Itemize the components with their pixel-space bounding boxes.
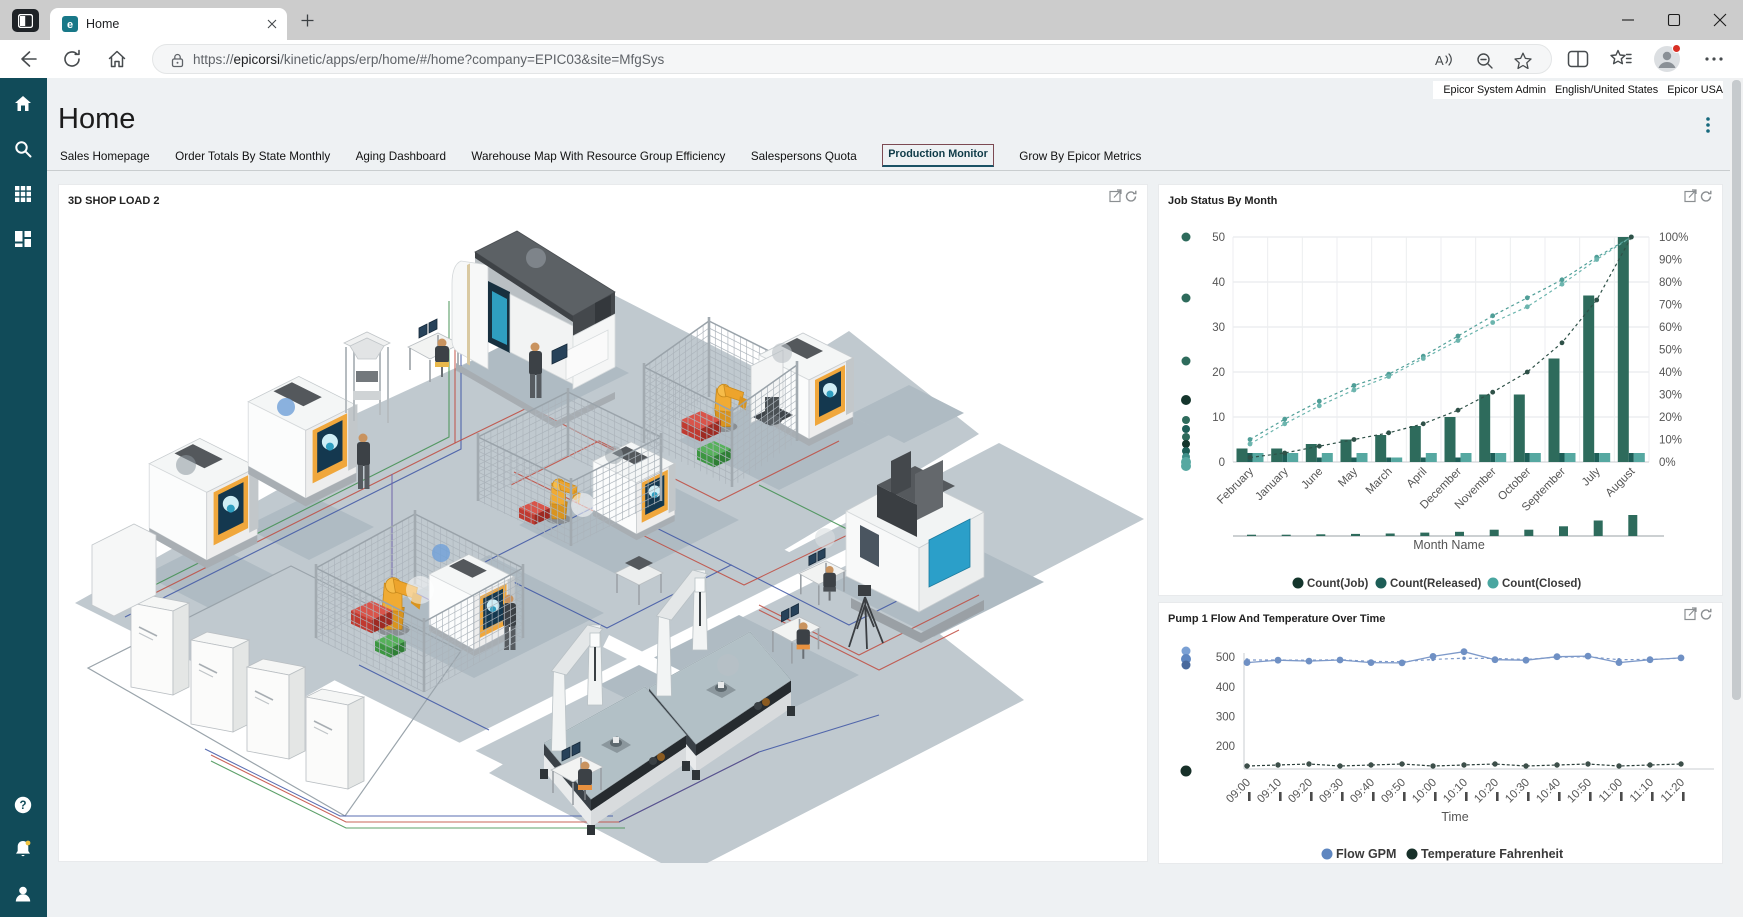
svg-text:09:30: 09:30	[1317, 777, 1346, 806]
svg-text:200: 200	[1216, 741, 1235, 753]
svg-text:e: e	[67, 19, 73, 31]
svg-text:400: 400	[1216, 682, 1235, 694]
svg-text:August: August	[1604, 465, 1638, 499]
svg-text:10:40: 10:40	[1534, 777, 1563, 806]
svg-text:500: 500	[1216, 652, 1235, 664]
svg-text:June: June	[1299, 466, 1325, 492]
svg-text:Month Name: Month Name	[1413, 538, 1485, 552]
svg-text:10:20: 10:20	[1472, 777, 1501, 806]
svg-text:Time: Time	[1441, 810, 1468, 824]
svg-text:0%: 0%	[1659, 457, 1676, 469]
svg-text:20%: 20%	[1659, 412, 1682, 424]
svg-text:10%: 10%	[1659, 435, 1682, 447]
svg-text:July: July	[1580, 465, 1603, 488]
svg-text:Flow GPM: Flow GPM	[1336, 847, 1396, 861]
svg-text:50: 50	[1212, 232, 1225, 244]
svg-text:70%: 70%	[1659, 300, 1682, 312]
svg-text:09:00: 09:00	[1224, 777, 1253, 806]
svg-text:February: February	[1215, 465, 1256, 506]
svg-text:10: 10	[1212, 412, 1225, 424]
svg-text:Count(Released): Count(Released)	[1390, 578, 1482, 590]
svg-text:10:50: 10:50	[1565, 777, 1594, 806]
svg-text:January: January	[1253, 465, 1291, 503]
svg-text:A: A	[1435, 53, 1444, 68]
svg-text:Count(Closed): Count(Closed)	[1502, 578, 1581, 590]
svg-text:40%: 40%	[1659, 367, 1682, 379]
svg-text:March: March	[1364, 466, 1395, 497]
svg-text:40: 40	[1212, 277, 1225, 289]
svg-text:50%: 50%	[1659, 345, 1682, 357]
svg-text:10:00: 10:00	[1410, 777, 1439, 806]
svg-text:09:20: 09:20	[1286, 777, 1315, 806]
svg-text:Temperature Fahrenheit: Temperature Fahrenheit	[1421, 847, 1564, 861]
svg-text:April: April	[1405, 466, 1430, 491]
svg-text:100%: 100%	[1659, 232, 1688, 244]
svg-text:300: 300	[1216, 712, 1235, 724]
svg-text:30: 30	[1212, 322, 1225, 334]
svg-text:09:10: 09:10	[1255, 777, 1284, 806]
svg-text:30%: 30%	[1659, 390, 1682, 402]
svg-text:09:50: 09:50	[1379, 777, 1408, 806]
svg-text:0: 0	[1219, 457, 1225, 469]
svg-text:60%: 60%	[1659, 322, 1682, 334]
svg-text:10:10: 10:10	[1441, 777, 1470, 806]
svg-text:10:30: 10:30	[1503, 777, 1532, 806]
svg-text:Count(Job): Count(Job)	[1307, 578, 1368, 590]
svg-text:?: ?	[19, 800, 26, 812]
svg-text:90%: 90%	[1659, 255, 1682, 267]
svg-text:20: 20	[1212, 367, 1225, 379]
svg-text:May: May	[1336, 465, 1360, 489]
svg-text:80%: 80%	[1659, 277, 1682, 289]
svg-text:09:40: 09:40	[1348, 777, 1377, 806]
